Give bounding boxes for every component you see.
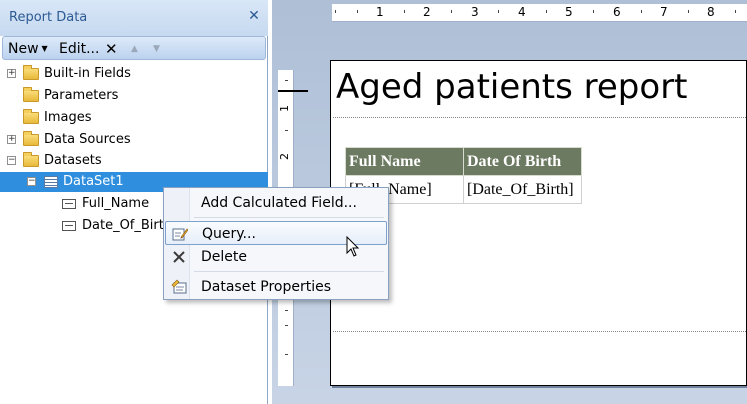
menu-item-add-calculated-field[interactable]: Add Calculated Field...: [165, 191, 387, 215]
folder-icon: [23, 131, 39, 146]
field-icon: [62, 221, 76, 231]
ruler-tick: [285, 310, 288, 311]
collapse-icon[interactable]: −: [7, 156, 16, 165]
tree-item-label: Built-in Fields: [44, 66, 131, 81]
field-icon: [62, 199, 76, 209]
ruler-number: 8: [707, 5, 715, 19]
collapse-icon[interactable]: −: [27, 177, 36, 186]
pane-title-bar: Report Data ✕: [0, 0, 268, 36]
move-down-icon[interactable]: ▼: [153, 40, 160, 58]
close-icon[interactable]: ✕: [246, 8, 262, 24]
menu-item-label: Delete: [201, 249, 247, 265]
folder-icon: [23, 109, 39, 124]
menu-item-label: Dataset Properties: [201, 279, 332, 295]
ruler-tick: [735, 10, 736, 13]
ruler-number: 6: [613, 5, 621, 19]
table-header-cell[interactable]: Date Of Birth: [463, 147, 582, 176]
tree-item-datasets[interactable]: − Datasets: [0, 151, 268, 171]
tree-item-label: DataSet1: [63, 174, 124, 189]
new-button-label: New: [8, 41, 39, 57]
tree-item-label: Parameters: [44, 88, 119, 103]
table-header-row: Full Name Date Of Birth: [345, 147, 582, 176]
edit-button[interactable]: Edit...: [59, 40, 99, 58]
ruler-tick: [593, 10, 594, 13]
ruler-tick: [285, 130, 288, 131]
ruler-tick: [357, 10, 358, 13]
dataset-table-icon: [44, 176, 58, 188]
properties-icon: [171, 279, 187, 294]
report-title-textbox[interactable]: Aged patients report: [336, 67, 688, 107]
tree-item-data-sources[interactable]: + Data Sources: [0, 130, 268, 150]
menu-separator: [194, 217, 384, 218]
ruler-tick: [285, 325, 288, 326]
mouse-cursor-icon: [346, 236, 360, 257]
pane-title: Report Data: [9, 10, 88, 25]
folder-icon: [23, 87, 39, 102]
tree-item-label: Images: [44, 110, 92, 125]
expand-icon[interactable]: +: [7, 135, 16, 144]
ruler-number: 2: [423, 5, 431, 19]
tree-item-label: Date_Of_Birth: [82, 218, 173, 233]
ruler-tick: [404, 10, 405, 13]
table-cell[interactable]: [Date_Of_Birth]: [463, 175, 582, 204]
pane-toolbar: New ▼ Edit... ✕ ▲ ▼: [2, 36, 266, 60]
ruler-number: 5: [565, 5, 573, 19]
ruler-tick: [641, 10, 642, 13]
ruler-tick: [285, 354, 288, 355]
open-folder-icon: [23, 152, 39, 167]
query-pencil-icon: [172, 228, 188, 241]
header-divider: [333, 117, 746, 118]
tree-item-parameters[interactable]: Parameters: [0, 86, 268, 106]
ruler-number: 7: [660, 5, 668, 19]
ruler-tick: [285, 80, 288, 81]
ruler-number: 4: [518, 5, 526, 19]
ruler-tick: [498, 10, 499, 13]
ruler-number: 3: [471, 5, 479, 19]
ruler-tick: [546, 10, 547, 13]
expand-icon[interactable]: +: [7, 69, 16, 78]
chevron-down-icon: ▼: [41, 44, 48, 53]
ruler-tick: [335, 10, 336, 13]
tree-item-images[interactable]: Images: [0, 108, 268, 128]
menu-item-label: Add Calculated Field...: [201, 195, 357, 211]
new-button[interactable]: New ▼: [8, 40, 48, 58]
table-header-cell[interactable]: Full Name: [345, 147, 464, 176]
ruler-tick: [688, 10, 689, 13]
tree-item-label: Datasets: [44, 153, 102, 168]
report-page[interactable]: Aged patients report Full Name Date Of B…: [330, 60, 747, 386]
tree-item-built-in-fields[interactable]: + Built-in Fields: [0, 64, 268, 84]
menu-separator: [194, 271, 384, 272]
tree-item-label: Data Sources: [44, 132, 131, 147]
ruler-number: 2: [278, 153, 291, 160]
folder-icon: [23, 65, 39, 80]
menu-item-label: Query...: [202, 226, 256, 242]
footer-divider: [333, 331, 746, 332]
ruler-marker: [278, 90, 308, 92]
move-up-icon[interactable]: ▲: [131, 40, 138, 58]
ruler-number: 1: [278, 105, 291, 112]
delete-icon[interactable]: ✕: [105, 40, 118, 58]
horizontal-ruler: 1 2 3 4 5 6 7 8: [332, 4, 747, 22]
tree-item-label: Full_Name: [82, 196, 150, 211]
menu-item-dataset-properties[interactable]: Dataset Properties: [165, 275, 387, 299]
ruler-tick: [451, 10, 452, 13]
delete-x-icon: [173, 251, 185, 263]
ruler-number: 1: [376, 5, 384, 19]
